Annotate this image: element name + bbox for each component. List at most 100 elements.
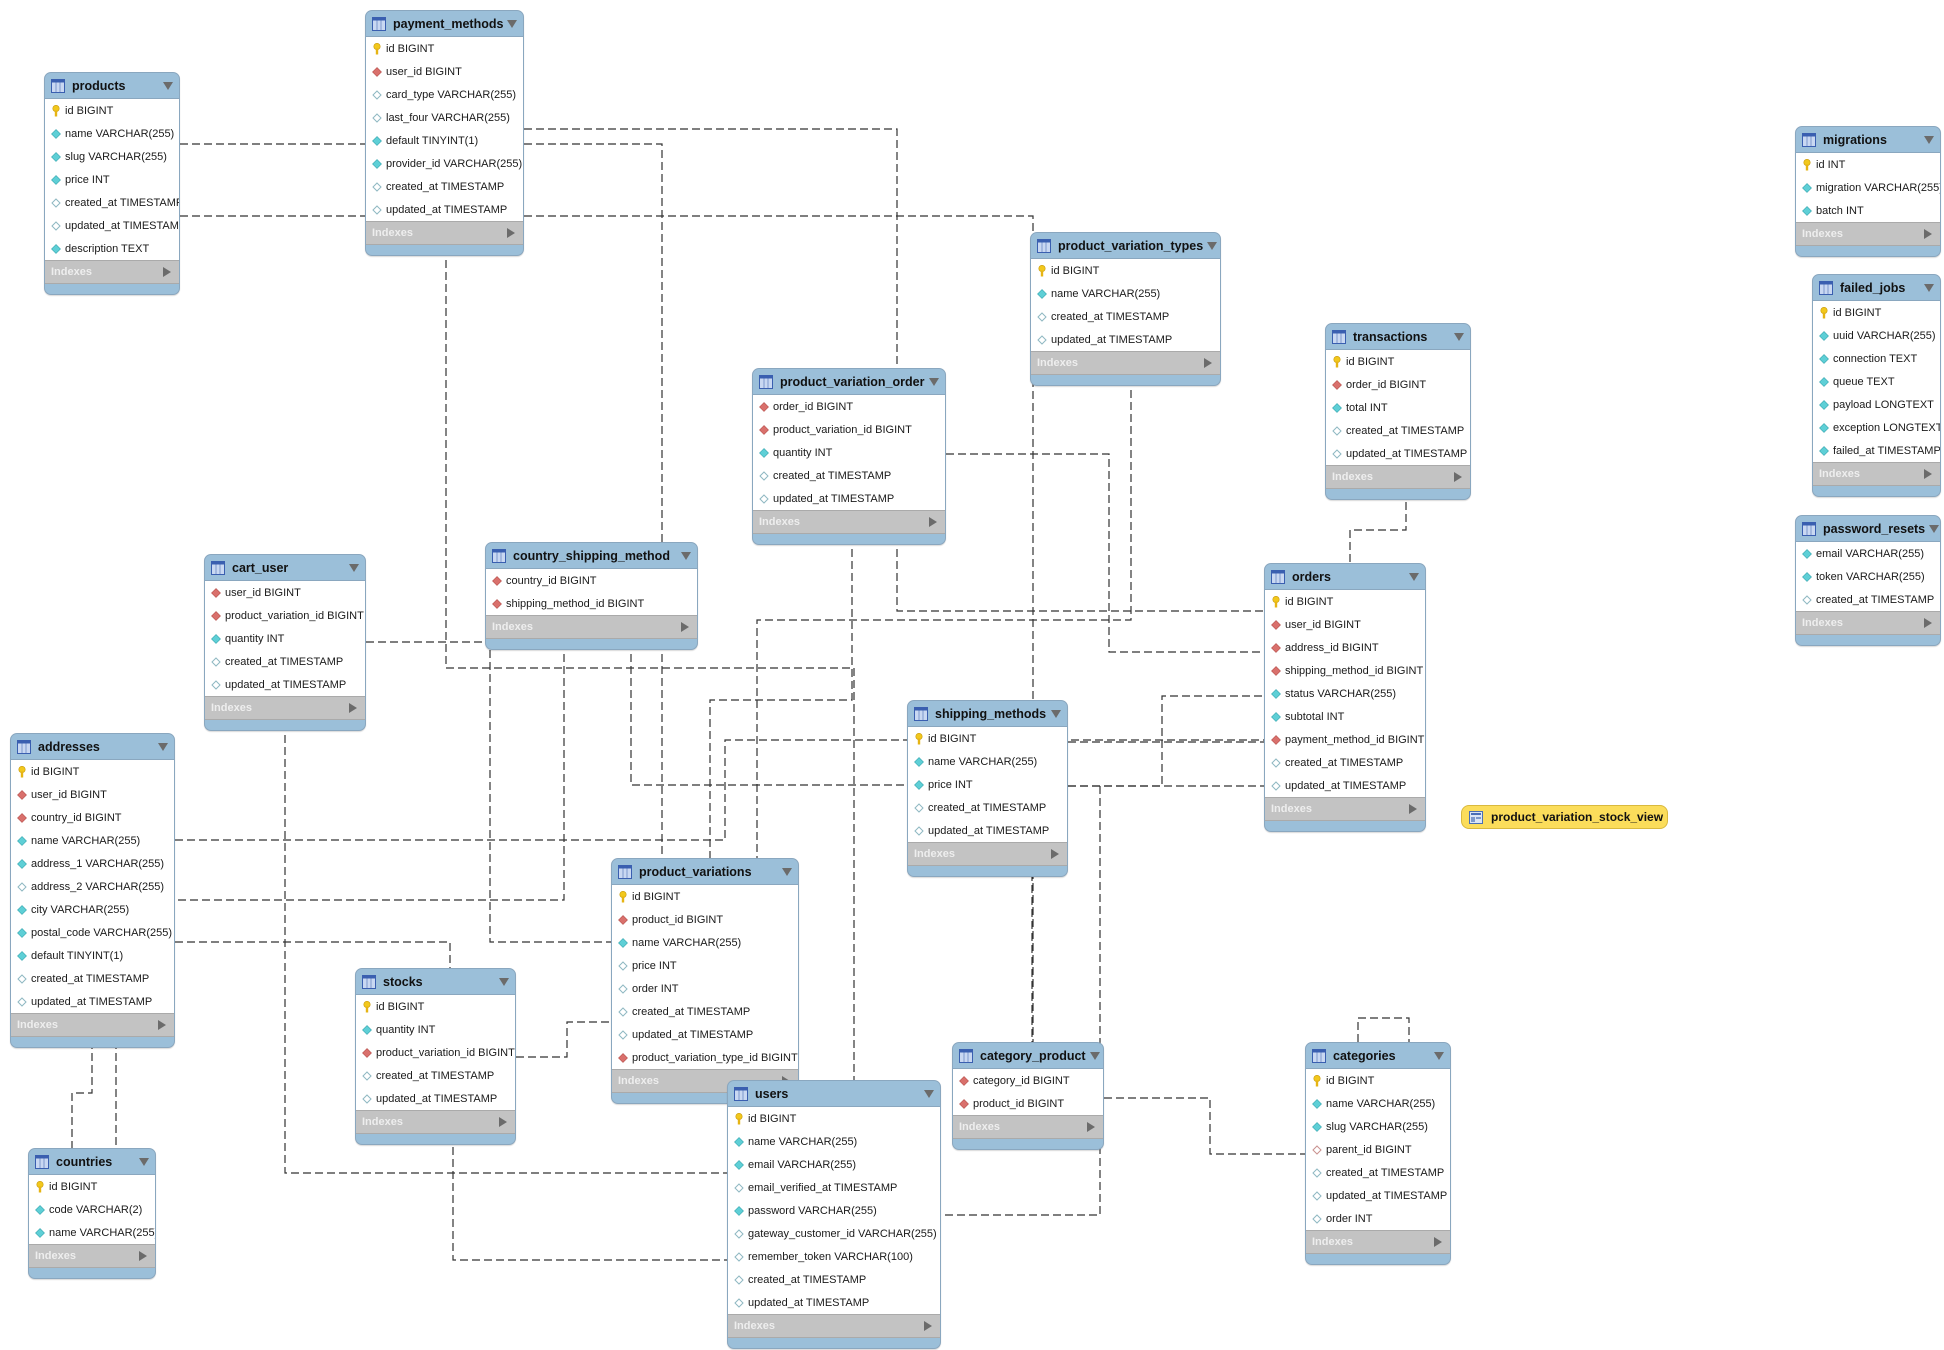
collapse-toggle-icon[interactable] <box>1089 1051 1100 1060</box>
table-country-shipping-method[interactable]: country_shipping_method country_id BIGINT… <box>485 542 698 650</box>
column-row[interactable]: name VARCHAR(255) <box>1031 282 1220 305</box>
column-row[interactable]: user_id BIGINT <box>1265 613 1425 636</box>
table-transactions[interactable]: transactions id BIGINT order_id BIGINT tota… <box>1325 323 1471 500</box>
column-row[interactable]: name VARCHAR(255) <box>45 122 179 145</box>
collapse-toggle-icon[interactable] <box>158 742 168 751</box>
expand-arrow-icon[interactable] <box>163 267 171 277</box>
table-header[interactable]: products <box>45 73 179 98</box>
column-row[interactable]: quantity INT <box>356 1018 515 1041</box>
column-row[interactable]: category_id BIGINT <box>953 1069 1103 1092</box>
collapse-toggle-icon[interactable] <box>1409 572 1419 581</box>
column-row[interactable]: created_at TIMESTAMP <box>1306 1161 1450 1184</box>
table-header[interactable]: product_variations <box>612 859 798 884</box>
column-row[interactable]: created_at TIMESTAMP <box>1265 751 1425 774</box>
indexes-section[interactable]: Indexes <box>486 615 697 639</box>
table-header[interactable]: country_shipping_method <box>486 543 697 568</box>
column-row[interactable]: price INT <box>612 954 798 977</box>
table-header[interactable]: cart_user <box>205 555 365 580</box>
column-row[interactable]: updated_at TIMESTAMP <box>1265 774 1425 797</box>
column-row[interactable]: updated_at TIMESTAMP <box>612 1023 798 1046</box>
table-header[interactable]: product_variation_types <box>1031 233 1220 258</box>
expand-arrow-icon[interactable] <box>1924 229 1932 239</box>
indexes-section[interactable]: Indexes <box>728 1314 940 1338</box>
column-row[interactable]: user_id BIGINT <box>205 581 365 604</box>
column-row[interactable]: updated_at TIMESTAMP <box>205 673 365 696</box>
column-row[interactable]: city VARCHAR(255) <box>11 898 174 921</box>
column-row[interactable]: id BIGINT <box>612 885 798 908</box>
column-row[interactable]: gateway_customer_id VARCHAR(255) <box>728 1222 940 1245</box>
table-header[interactable]: migrations <box>1796 127 1940 152</box>
indexes-section[interactable]: Indexes <box>1031 351 1220 375</box>
column-row[interactable]: created_at TIMESTAMP <box>1326 419 1470 442</box>
indexes-section[interactable]: Indexes <box>205 696 365 720</box>
column-row[interactable]: quantity INT <box>753 441 945 464</box>
table-header[interactable]: failed_jobs <box>1813 275 1940 300</box>
column-row[interactable]: order INT <box>1306 1207 1450 1230</box>
column-row[interactable]: last_four VARCHAR(255) <box>366 106 523 129</box>
table-category-product[interactable]: category_product category_id BIGINT produc… <box>952 1042 1104 1150</box>
column-row[interactable]: updated_at TIMESTAMP <box>753 487 945 510</box>
column-row[interactable]: order INT <box>612 977 798 1000</box>
table-migrations[interactable]: migrations id INT migration VARCHAR(255) ba… <box>1795 126 1941 257</box>
table-header[interactable]: category_product <box>953 1043 1103 1068</box>
table-users[interactable]: users id BIGINT name VARCHAR(255) email VAR… <box>727 1080 941 1349</box>
collapse-toggle-icon[interactable] <box>681 551 691 560</box>
collapse-toggle-icon[interactable] <box>929 377 939 386</box>
collapse-toggle-icon[interactable] <box>1051 709 1061 718</box>
indexes-section[interactable]: Indexes <box>1265 797 1425 821</box>
column-row[interactable]: card_type VARCHAR(255) <box>366 83 523 106</box>
relationship-categories-self[interactable] <box>1357 1017 1410 1042</box>
column-row[interactable]: name VARCHAR(255) <box>728 1130 940 1153</box>
column-row[interactable]: id INT <box>1796 153 1940 176</box>
table-header[interactable]: payment_methods <box>366 11 523 36</box>
column-row[interactable]: quantity INT <box>205 627 365 650</box>
column-row[interactable]: country_id BIGINT <box>486 569 697 592</box>
collapse-toggle-icon[interactable] <box>139 1157 149 1166</box>
column-row[interactable]: updated_at TIMESTAMP <box>728 1291 940 1314</box>
column-row[interactable]: id BIGINT <box>1306 1069 1450 1092</box>
table-failed-jobs[interactable]: failed_jobs id BIGINT uuid VARCHAR(255) con… <box>1812 274 1941 497</box>
table-product-variations[interactable]: product_variations id BIGINT product_id BI… <box>611 858 799 1104</box>
column-row[interactable]: connection TEXT <box>1813 347 1940 370</box>
expand-arrow-icon[interactable] <box>1051 849 1059 859</box>
expand-arrow-icon[interactable] <box>924 1321 932 1331</box>
table-addresses[interactable]: addresses id BIGINT user_id BIGINT country_… <box>10 733 175 1048</box>
collapse-toggle-icon[interactable] <box>1434 1051 1444 1060</box>
table-header[interactable]: transactions <box>1326 324 1470 349</box>
indexes-section[interactable]: Indexes <box>953 1115 1103 1139</box>
table-orders[interactable]: orders id BIGINT user_id BIGINT address_id … <box>1264 563 1426 832</box>
expand-arrow-icon[interactable] <box>929 517 937 527</box>
column-row[interactable]: slug VARCHAR(255) <box>1306 1115 1450 1138</box>
column-row[interactable]: created_at TIMESTAMP <box>356 1064 515 1087</box>
column-row[interactable]: id BIGINT <box>11 760 174 783</box>
table-header[interactable]: password_resets <box>1796 516 1940 541</box>
column-row[interactable]: description TEXT <box>45 237 179 260</box>
column-row[interactable]: queue TEXT <box>1813 370 1940 393</box>
table-stocks[interactable]: stocks id BIGINT quantity INT product_varia… <box>355 968 516 1145</box>
column-row[interactable]: id BIGINT <box>908 727 1067 750</box>
expand-arrow-icon[interactable] <box>1409 804 1417 814</box>
column-row[interactable]: updated_at TIMESTAMP <box>356 1087 515 1110</box>
column-row[interactable]: price INT <box>45 168 179 191</box>
table-header[interactable]: orders <box>1265 564 1425 589</box>
column-row[interactable]: id BIGINT <box>1813 301 1940 324</box>
indexes-section[interactable]: Indexes <box>366 221 523 245</box>
relationship-pm-right-top[interactable] <box>524 128 898 368</box>
column-row[interactable]: password VARCHAR(255) <box>728 1199 940 1222</box>
column-row[interactable]: remember_token VARCHAR(100) <box>728 1245 940 1268</box>
column-row[interactable]: name VARCHAR(255) <box>908 750 1067 773</box>
relationship-addr-countries-1[interactable] <box>71 1041 93 1148</box>
indexes-section[interactable]: Indexes <box>908 842 1067 866</box>
expand-arrow-icon[interactable] <box>1454 472 1462 482</box>
column-row[interactable]: code VARCHAR(2) <box>29 1198 155 1221</box>
expand-arrow-icon[interactable] <box>1924 469 1932 479</box>
column-row[interactable]: created_at TIMESTAMP <box>45 191 179 214</box>
relationship-pm-right-mid[interactable] <box>524 143 663 858</box>
column-row[interactable]: shipping_method_id BIGINT <box>1265 659 1425 682</box>
indexes-section[interactable]: Indexes <box>753 510 945 534</box>
column-row[interactable]: uuid VARCHAR(255) <box>1813 324 1940 347</box>
table-header[interactable]: users <box>728 1081 940 1106</box>
column-row[interactable]: migration VARCHAR(255) <box>1796 176 1940 199</box>
table-payment-methods[interactable]: payment_methods id BIGINT user_id BIGINT ca… <box>365 10 524 256</box>
indexes-section[interactable]: Indexes <box>11 1013 174 1037</box>
